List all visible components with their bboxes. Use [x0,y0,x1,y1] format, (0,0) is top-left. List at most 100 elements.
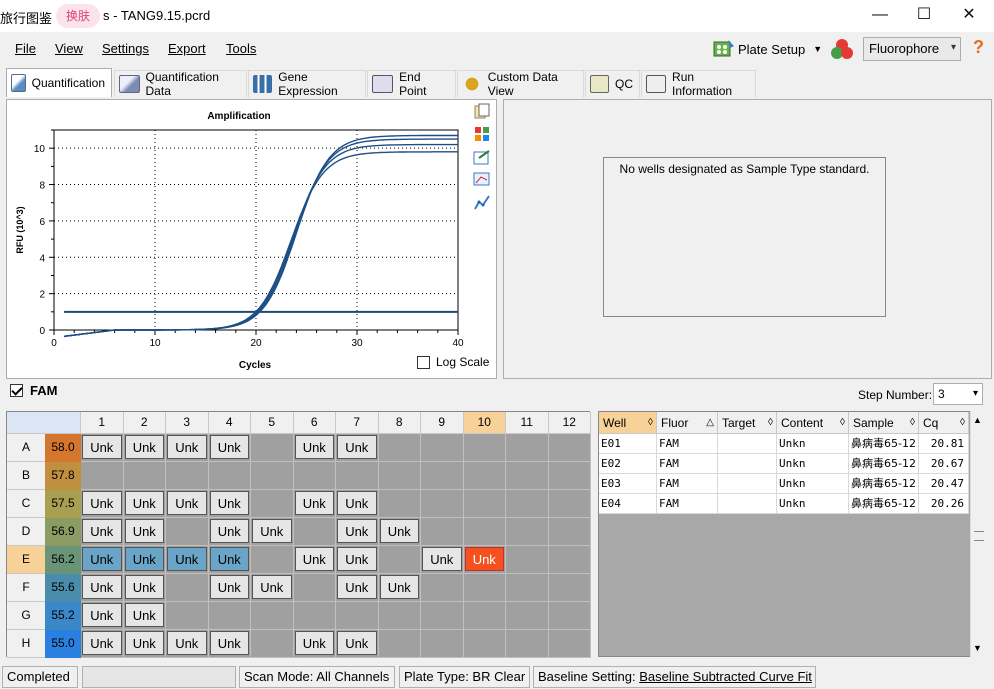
table-cell[interactable] [718,454,777,474]
plate-well[interactable]: Unk [293,490,336,518]
plate-well[interactable] [293,602,336,630]
plate-well[interactable]: Unk [336,546,379,574]
plate-well[interactable] [123,462,166,490]
plate-well[interactable] [378,490,421,518]
table-cell[interactable]: 鼻病毒65-12 [849,434,919,454]
plate-well[interactable] [548,490,591,518]
plate-well[interactable] [463,574,506,602]
table-cell[interactable] [718,434,777,454]
table-cell[interactable]: FAM [657,454,718,474]
maximize-button[interactable]: ☐ [914,6,934,26]
well-content-label[interactable]: Unk [337,435,377,459]
plate-well[interactable] [463,434,506,462]
column-header[interactable]: 4 [208,412,251,434]
well-content-label[interactable]: Unk [167,491,207,515]
well-content-label[interactable]: Unk [337,631,377,655]
table-cell[interactable]: E02 [599,454,657,474]
column-header[interactable]: 2 [123,412,166,434]
log-scale-checkbox[interactable] [417,355,430,369]
table-cell[interactable]: Unkn [777,434,849,454]
menu-tools[interactable]: Tools [226,41,256,56]
well-content-label[interactable]: Unk [294,547,334,571]
plate-well[interactable] [506,602,549,630]
plate-well[interactable]: Unk [208,546,251,574]
well-content-label[interactable]: Unk [252,519,292,543]
plate-well[interactable]: Unk [336,490,379,518]
well-content-label[interactable]: Unk [422,547,462,571]
plate-well[interactable] [421,518,464,546]
plate-corner[interactable] [7,412,81,434]
plate-well[interactable] [166,462,209,490]
table-cell[interactable]: 鼻病毒65-12 [849,494,919,514]
menu-view[interactable]: View [55,41,83,56]
well-content-label[interactable]: Unk [82,603,122,627]
table-cell[interactable]: 鼻病毒65-12 [849,474,919,494]
plate-well[interactable] [506,574,549,602]
fluorophore-select[interactable]: Fluorophore ▾ [863,37,961,61]
column-header-target[interactable]: Target ◊ [718,412,777,434]
plate-well[interactable]: Unk [123,602,166,630]
well-content-label[interactable]: Unk [82,435,122,459]
row-header[interactable]: A [7,434,45,462]
well-content-label[interactable]: Unk [124,491,164,515]
plate-well[interactable]: Unk [166,546,209,574]
well-content-label[interactable]: Unk [167,435,207,459]
menu-export[interactable]: Export [168,41,206,56]
plate-well[interactable]: Unk [166,434,209,462]
log-scale-toggle[interactable]: Log Scale [417,355,489,369]
column-header-well[interactable]: Well ◊ [599,412,657,434]
plate-well[interactable] [293,574,336,602]
plate-well[interactable] [421,602,464,630]
row-header[interactable]: F [7,574,45,602]
plate-well[interactable]: Unk [293,546,336,574]
well-content-label[interactable]: Unk [82,547,122,571]
column-header-sample[interactable]: Sample ◊ [849,412,919,434]
plate-well[interactable]: Unk [336,630,379,658]
plate-well[interactable] [463,630,506,658]
well-content-label[interactable]: Unk [124,435,164,459]
plate-well[interactable] [208,602,251,630]
plate-well[interactable] [421,462,464,490]
column-header[interactable]: 8 [378,412,421,434]
plate-well[interactable]: Unk [336,574,379,602]
plate-well[interactable] [421,630,464,658]
plate-well[interactable] [251,490,294,518]
plate-well[interactable]: Unk [336,518,379,546]
well-content-label[interactable]: Unk [252,575,292,599]
plate-well[interactable] [421,490,464,518]
plate-well[interactable]: Unk [123,630,166,658]
plate-well[interactable]: Unk [378,518,421,546]
copy-icon[interactable] [473,103,491,121]
plate-well[interactable] [463,518,506,546]
column-header[interactable]: 5 [251,412,294,434]
well-content-label[interactable]: Unk [82,519,122,543]
plate-well[interactable]: Unk [123,434,166,462]
table-cell[interactable]: FAM [657,474,718,494]
plate-well[interactable] [166,602,209,630]
row-header[interactable]: B [7,462,45,490]
help-icon[interactable]: ? [973,37,984,58]
sort-icon[interactable]: △ [706,412,714,434]
plate-well[interactable] [293,518,336,546]
table-cell[interactable] [718,494,777,514]
column-header-content[interactable]: Content ◊ [777,412,849,434]
table-cell[interactable]: E01 [599,434,657,454]
plate-well[interactable]: Unk [251,518,294,546]
plate-well[interactable] [548,462,591,490]
table-cell[interactable]: Unkn [777,494,849,514]
well-content-label[interactable]: Unk [124,631,164,655]
sort-icon[interactable]: ◊ [648,412,653,434]
plate-well[interactable] [251,630,294,658]
plate-well[interactable]: Unk [336,434,379,462]
table-cell[interactable]: 鼻病毒65-12 [849,454,919,474]
minimize-button[interactable]: — [870,6,890,26]
well-content-label[interactable]: Unk [124,575,164,599]
table-cell[interactable]: FAM [657,434,718,454]
table-scrollbar[interactable]: ▲ ▼ [970,411,986,657]
row-header[interactable]: E [7,546,45,574]
plate-well[interactable] [548,546,591,574]
tab-run-information[interactable]: Run Information [641,70,756,98]
plate-well[interactable]: Unk [293,434,336,462]
well-content-label[interactable]: Unk [209,435,249,459]
table-cell[interactable]: Unkn [777,474,849,494]
